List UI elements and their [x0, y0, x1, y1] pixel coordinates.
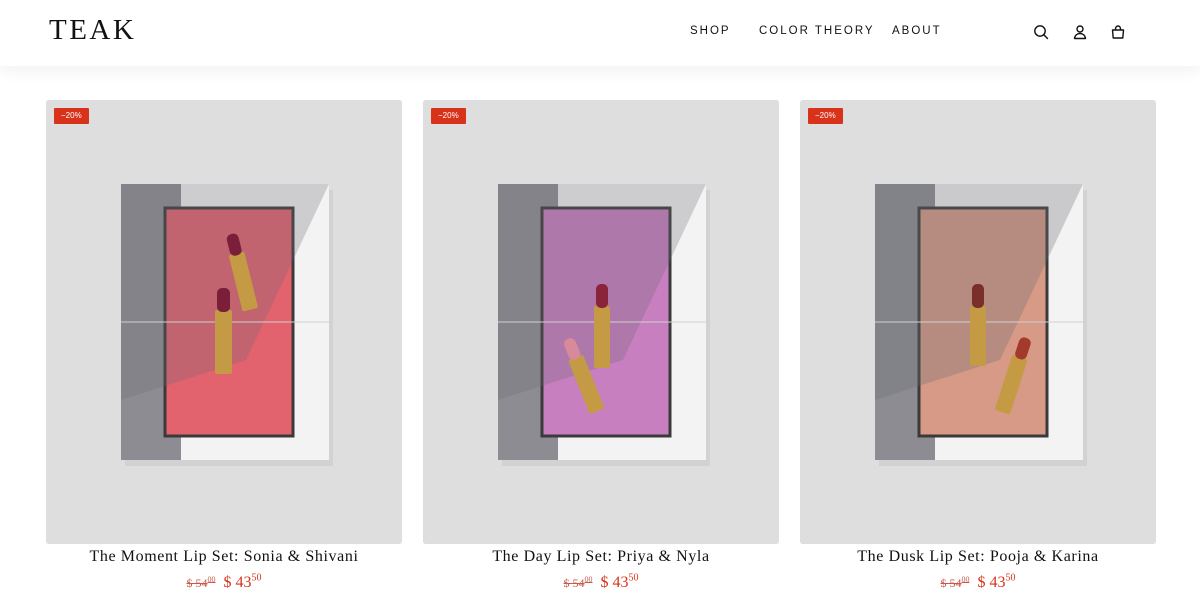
- product-image-frame[interactable]: −20%: [800, 100, 1156, 544]
- product-title[interactable]: The Day Lip Set: Priya & Nyla: [423, 548, 779, 566]
- product-card[interactable]: −20% The Moment Lip Set: Sonia & Shivani…: [46, 100, 402, 600]
- product-image: [800, 100, 1156, 544]
- compare-at-price: $ 5400: [186, 575, 216, 591]
- product-title[interactable]: The Dusk Lip Set: Pooja & Karina: [800, 548, 1156, 566]
- discount-badge: −20%: [808, 108, 843, 124]
- product-image-frame[interactable]: −20%: [423, 100, 779, 544]
- compare-at-price: $ 5400: [563, 575, 593, 591]
- product-image-frame[interactable]: −20%: [46, 100, 402, 544]
- user-icon[interactable]: [1070, 22, 1090, 42]
- sale-price: $ 4350: [223, 573, 262, 592]
- nav-color-theory[interactable]: COLOR THEORY: [759, 25, 875, 37]
- sale-price: $ 4350: [600, 573, 639, 592]
- product-title[interactable]: The Moment Lip Set: Sonia & Shivani: [46, 548, 402, 566]
- discount-badge: −20%: [54, 108, 89, 124]
- nav-about[interactable]: ABOUT: [892, 25, 942, 37]
- product-image: [423, 100, 779, 544]
- product-grid: −20% The Moment Lip Set: Sonia & Shivani…: [46, 100, 1156, 600]
- product-card[interactable]: −20% The Day Lip Set: Priya & Nyla $ 540…: [423, 100, 779, 600]
- price: $ 5400 $ 4350: [423, 573, 779, 592]
- product-card[interactable]: −20% The Dusk Lip Set: Pooja & Karina $ …: [800, 100, 1156, 600]
- price: $ 5400 $ 4350: [800, 573, 1156, 592]
- product-image: [46, 100, 402, 544]
- compare-at-price: $ 5400: [940, 575, 970, 591]
- sale-price: $ 4350: [977, 573, 1016, 592]
- search-icon[interactable]: [1031, 22, 1051, 42]
- main-nav: SHOP COLOR THEORY ABOUT: [0, 25, 1200, 39]
- bag-icon[interactable]: [1108, 22, 1128, 42]
- nav-shop[interactable]: SHOP: [690, 25, 731, 37]
- site-header: TEAK SHOP COLOR THEORY ABOUT: [0, 0, 1200, 66]
- price: $ 5400 $ 4350: [46, 573, 402, 592]
- discount-badge: −20%: [431, 108, 466, 124]
